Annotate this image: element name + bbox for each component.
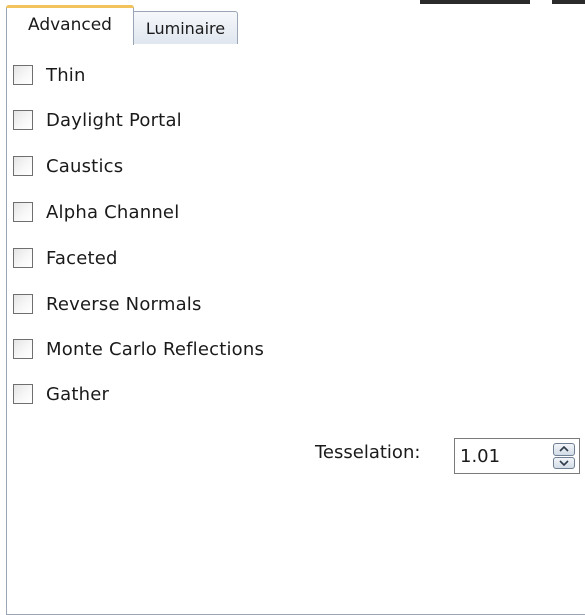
tab-advanced[interactable]: Advanced (6, 5, 134, 45)
checkbox-label: Reverse Normals (46, 293, 202, 315)
checkbox-row-faceted[interactable]: Faceted (13, 246, 118, 270)
checkbox-row-gather[interactable]: Gather (13, 382, 109, 406)
monte-carlo-reflections-checkbox[interactable] (13, 339, 33, 359)
tab-luminaire[interactable]: Luminaire (134, 11, 238, 45)
checkbox-row-monte-carlo-reflections[interactable]: Monte Carlo Reflections (13, 337, 264, 361)
tesselation-input[interactable] (458, 440, 544, 472)
alpha-channel-checkbox[interactable] (13, 202, 33, 222)
thin-checkbox[interactable] (13, 65, 33, 85)
checkbox-row-reverse-normals[interactable]: Reverse Normals (13, 292, 202, 316)
spinner-up-button[interactable] (553, 443, 575, 456)
checkbox-label: Alpha Channel (46, 201, 180, 223)
material-options-panel: Advanced Luminaire Thin Daylight Portal … (0, 0, 585, 615)
checkbox-label: Daylight Portal (46, 109, 182, 131)
faceted-checkbox[interactable] (13, 248, 33, 268)
checkbox-label: Monte Carlo Reflections (46, 338, 265, 360)
checkbox-label: Thin (46, 64, 86, 86)
checkbox-row-thin[interactable]: Thin (13, 63, 86, 87)
checkbox-label: Caustics (46, 155, 124, 177)
spinner-down-button[interactable] (553, 456, 575, 469)
gather-checkbox[interactable] (13, 384, 33, 404)
tesselation-label: Tesselation: (315, 442, 421, 463)
chevron-up-icon (559, 446, 569, 452)
reverse-normals-checkbox[interactable] (13, 294, 33, 314)
checkbox-row-caustics[interactable]: Caustics (13, 154, 123, 178)
tab-advanced-label: Advanced (28, 15, 112, 35)
checkbox-row-alpha-channel[interactable]: Alpha Channel (13, 200, 179, 224)
tab-luminaire-label: Luminaire (145, 18, 226, 38)
caustics-checkbox[interactable] (13, 156, 33, 176)
checkbox-row-daylight-portal[interactable]: Daylight Portal (13, 108, 182, 132)
tesselation-spinner[interactable] (454, 438, 580, 474)
checkbox-label: Gather (46, 383, 110, 405)
checkbox-label: Faceted (46, 247, 118, 269)
chevron-down-icon (559, 460, 569, 466)
advanced-tab-content: Thin Daylight Portal Caustics Alpha Chan… (6, 44, 585, 615)
daylight-portal-checkbox[interactable] (13, 110, 33, 130)
spinner-buttons (553, 443, 575, 469)
tab-strip: Advanced Luminaire (0, 4, 585, 48)
